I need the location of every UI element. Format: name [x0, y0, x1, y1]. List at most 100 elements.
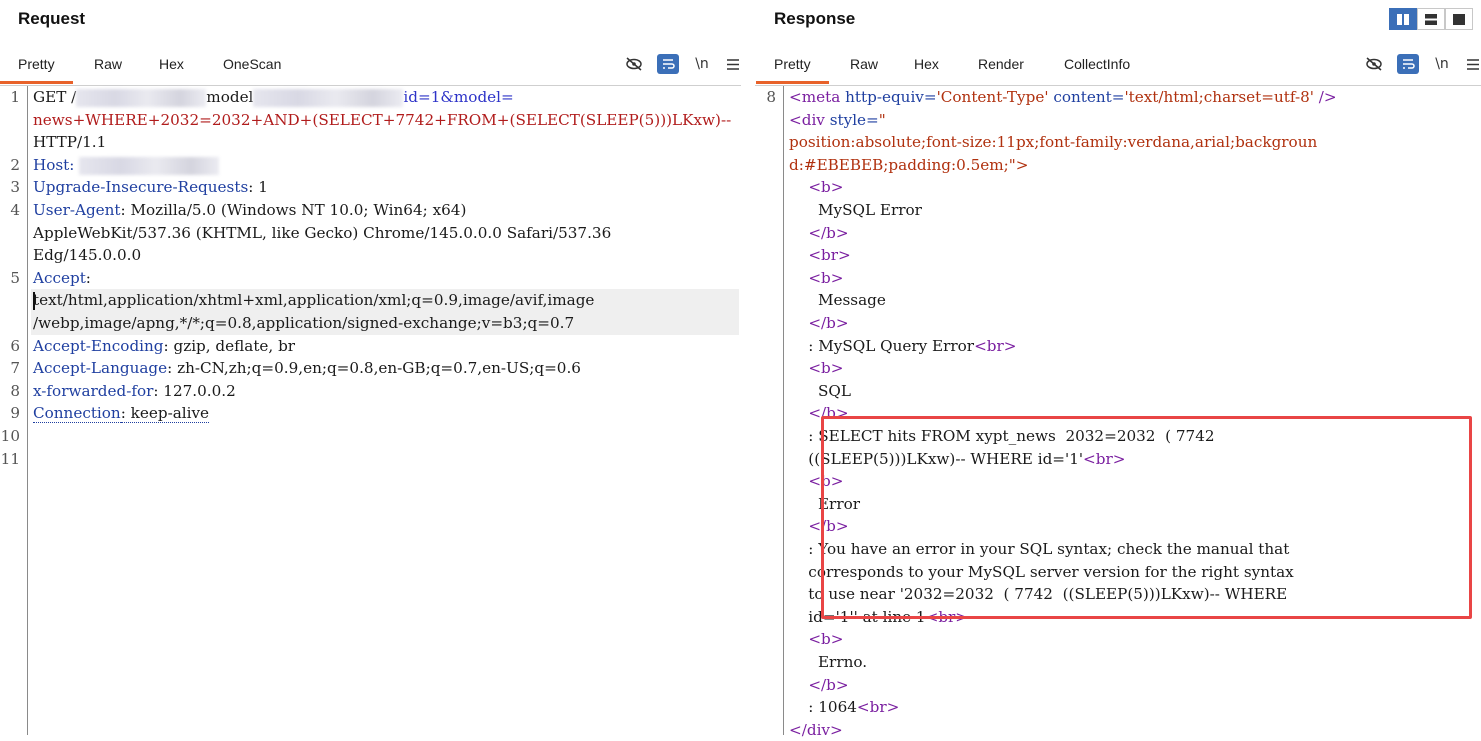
response-code-line[interactable]: : 1064<br> — [789, 696, 899, 719]
response-code-line[interactable]: <b> — [789, 176, 843, 199]
request-pane: Request Pretty Raw Hex OneScan \n 1 2 3 4 5 6… — [0, 0, 741, 735]
response-code-line[interactable]: Errno. — [789, 651, 867, 674]
response-pane: Response Pretty Raw Hex Render CollectIn… — [755, 0, 1481, 739]
response-code-line[interactable]: <meta http-equiv='Content-Type' content=… — [789, 86, 1337, 109]
tab-request-hex[interactable]: Hex — [159, 54, 184, 84]
layout-buttons — [1389, 8, 1473, 30]
line-number: 8 — [10, 381, 20, 400]
tab-request-pretty[interactable]: Pretty — [0, 54, 72, 84]
code-token: : MySQL Query Error — [789, 336, 975, 355]
response-code-line[interactable]: <div style=" — [789, 109, 886, 132]
code-token: : 1 — [248, 178, 268, 197]
code-token: 'text/html;charset=utf-8' — [1124, 88, 1319, 106]
menu-icon[interactable] — [1462, 54, 1481, 74]
code-token: Accept-Language — [33, 359, 168, 378]
code-token: position:absolute;font-size:11px;font-fa… — [789, 133, 1318, 152]
code-token: " — [878, 110, 886, 129]
pane-divider[interactable] — [741, 0, 755, 735]
code-token: /> — [1318, 88, 1337, 106]
tab-response-collectinfo[interactable]: CollectInfo — [1064, 54, 1130, 84]
tab-response-raw[interactable]: Raw — [850, 54, 878, 84]
request-code-line[interactable]: news+WHERE+2032=2032+AND+(SELECT+7742+FR… — [33, 109, 731, 132]
code-token: </b> — [808, 675, 849, 694]
request-code-line[interactable]: Connection: keep-alive — [33, 402, 210, 425]
response-code-line[interactable]: d:#EBEBEB;padding:0.5em;"> — [789, 154, 1029, 177]
request-code-line[interactable]: /webp,image/apng,*/*;q=0.8,application/s… — [31, 312, 739, 335]
response-code-line[interactable]: </div> — [789, 719, 843, 741]
line-number: 3 — [10, 178, 20, 197]
response-editor[interactable]: 8 <meta http-equiv='Content-Type' conten… — [755, 86, 1481, 739]
code-token: <br> — [808, 246, 851, 265]
request-editor[interactable]: 1 2 3 4 5 6 7 8 9 10 11 GET / model id=1&model= news+… — [0, 86, 741, 735]
code-token: Message — [789, 291, 886, 310]
code-token: : — [85, 268, 91, 287]
response-code-line[interactable]: </b> — [789, 674, 849, 697]
wrap-lines-icon[interactable] — [1397, 54, 1419, 74]
split-vertical-icon[interactable] — [1417, 8, 1445, 30]
code-token: d:#EBEBEB;padding:0.5em;"> — [789, 155, 1029, 174]
request-code-line[interactable]: text/html,application/xhtml+xml,applicat… — [31, 289, 739, 312]
request-code-line[interactable]: GET / model id=1&model= — [33, 86, 514, 109]
request-code-line[interactable]: AppleWebKit/537.36 (KHTML, like Gecko) C… — [33, 222, 611, 245]
code-token: x-forwarded-for — [33, 381, 154, 400]
tab-response-hex[interactable]: Hex — [914, 54, 939, 84]
response-code-line[interactable]: <b> — [789, 267, 843, 290]
request-code-line[interactable]: Upgrade-Insecure-Requests: 1 — [33, 176, 268, 199]
response-code-line[interactable]: </b> — [789, 222, 849, 245]
code-token: 'Content-Type' — [936, 88, 1054, 106]
request-code-line[interactable]: Accept-Language: zh-CN,zh;q=0.9,en;q=0.8… — [33, 357, 581, 380]
tab-response-pretty[interactable]: Pretty — [756, 54, 828, 84]
tab-request-onescan[interactable]: OneScan — [223, 54, 281, 84]
code-token: style= — [829, 110, 879, 129]
response-code-line[interactable]: <b> — [789, 357, 844, 380]
tab-response-render[interactable]: Render — [978, 54, 1024, 84]
request-code-line[interactable]: x-forwarded-for: 127.0.0.2 — [33, 380, 236, 403]
line-number: 2 — [10, 155, 20, 174]
code-token: </b> — [808, 314, 849, 332]
code-token: </b> — [808, 223, 849, 242]
code-token: </div> — [789, 720, 843, 739]
redacted-text — [79, 156, 220, 175]
response-code-line[interactable]: </b> — [789, 312, 849, 335]
code-token: Host: — [33, 155, 80, 174]
request-title: Request — [18, 9, 86, 28]
single-pane-icon[interactable] — [1445, 8, 1473, 30]
response-code-line[interactable]: <b> — [789, 628, 843, 651]
response-code-line[interactable]: SQL — [789, 380, 851, 403]
code-token: AppleWebKit/537.36 (KHTML, like Gecko) C… — [33, 223, 612, 242]
line-number: 10 — [0, 427, 20, 445]
code-token: : 1064 — [789, 698, 857, 717]
wrap-lines-icon[interactable] — [657, 54, 679, 74]
newline-toggle[interactable]: \n — [1431, 54, 1453, 74]
request-code-line[interactable]: Accept: — [33, 267, 91, 290]
request-code-line[interactable]: Edg/145.0.0.0 — [33, 244, 141, 267]
response-code-line[interactable]: Message — [789, 289, 886, 312]
code-token: Edg/145.0.0.0 — [33, 246, 142, 265]
request-code-line[interactable]: Host: — [33, 154, 220, 177]
response-gutter: 8 — [755, 86, 784, 735]
request-code-line[interactable]: User-Agent: Mozilla/5.0 (Windows NT 10.0… — [33, 199, 466, 222]
hide-whitespace-icon[interactable] — [623, 54, 645, 74]
response-code-line[interactable]: : MySQL Query Error<br> — [789, 335, 1016, 358]
response-code-line[interactable]: position:absolute;font-size:11px;font-fa… — [789, 131, 1317, 154]
request-gutter: 1 2 3 4 5 6 7 8 9 10 11 — [0, 86, 28, 735]
newline-toggle[interactable]: \n — [691, 54, 713, 74]
code-token: Connection — [33, 404, 121, 424]
code-token: <b> — [808, 359, 844, 378]
response-code-line[interactable]: <br> — [789, 244, 851, 267]
response-code-line[interactable]: MySQL Error — [789, 199, 922, 222]
line-number: 9 — [10, 404, 20, 423]
hide-whitespace-icon[interactable] — [1363, 54, 1385, 74]
code-token: Errno. — [789, 653, 868, 671]
request-code-line[interactable]: HTTP/1.1 — [33, 131, 106, 154]
request-code-line[interactable]: Accept-Encoding: gzip, deflate, br — [33, 335, 295, 358]
tab-request-raw[interactable]: Raw — [94, 54, 122, 84]
split-horizontal-icon[interactable] — [1389, 8, 1417, 30]
code-token: : gzip, deflate, br — [163, 336, 296, 355]
